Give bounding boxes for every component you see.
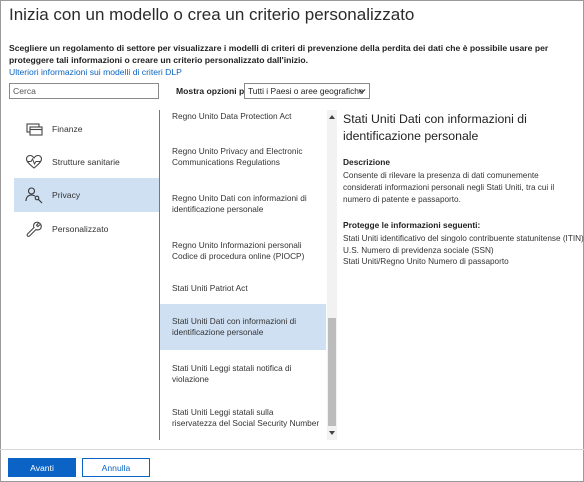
country-select[interactable]: Tutti i Paesi o aree geografiche (244, 83, 370, 99)
category-item-personalizzato[interactable]: Personalizzato (14, 212, 159, 245)
regulation-item[interactable]: Regno Unito Data Protection Act (160, 106, 326, 128)
regulation-label: Regno Unito Dati con informazioni di ide… (172, 192, 307, 215)
scroll-thumb[interactable] (328, 318, 336, 426)
regulation-label: Stati Uniti Dati con informazioni di ide… (172, 315, 297, 338)
regulation-label: Regno Unito Data Protection Act (172, 111, 292, 122)
regulation-item[interactable]: Stati Uniti Leggi statali notifica di vi… (160, 357, 326, 391)
regulation-item[interactable]: Regno Unito Dati con informazioni di ide… (160, 187, 326, 221)
wrench-icon (26, 221, 42, 237)
heart-pulse-icon (25, 154, 43, 169)
category-item-finanze[interactable]: Finanze (14, 112, 159, 145)
cancel-button[interactable]: Annulla (82, 458, 150, 477)
description-heading: Descrizione (343, 157, 391, 167)
learn-more-link[interactable]: Ulteriori informazioni sui modelli di cr… (9, 67, 182, 77)
card-icon (26, 122, 43, 136)
category-item-strutture-sanitarie[interactable]: Strutture sanitarie (14, 145, 159, 178)
intro-text: Scegliere un regolamento di settore per … (9, 43, 549, 65)
category-label: Finanze (52, 123, 83, 134)
chevron-down-icon (358, 89, 366, 94)
protects-heading: Protegge le informazioni seguenti: (343, 220, 481, 230)
regulation-label: Stati Uniti Leggi statali sulla riservat… (172, 406, 320, 429)
protected-info-item: U.S. Numero di previdenza sociale (SSN) (343, 245, 494, 255)
next-button[interactable]: Avanti (8, 458, 76, 477)
scroll-up-arrow-icon[interactable] (327, 112, 337, 122)
description-text: Consente di rilevare la presenza di dati… (343, 171, 555, 204)
scroll-down-arrow-icon[interactable] (327, 428, 337, 438)
regulation-item[interactable]: Regno Unito Privacy and Electronic Commu… (160, 140, 326, 174)
regulation-label: Regno Unito Privacy and Electronic Commu… (172, 145, 303, 168)
regulation-item[interactable]: Regno Unito Informazioni personali Codic… (160, 234, 326, 268)
regulation-scrollbar[interactable] (327, 110, 337, 440)
country-select-value: Tutti i Paesi o aree geografiche (248, 86, 364, 96)
category-label: Privacy (52, 190, 81, 200)
protected-info-item: Stati Uniti identificativo del singolo c… (343, 234, 584, 243)
category-list: Finanze Strutture sanitarie Privacy Pers… (14, 110, 159, 245)
protected-info-item: Stati Uniti/Regno Unito Numero di passap… (343, 257, 509, 266)
category-label: Personalizzato (52, 223, 109, 234)
regulation-label: Stati Uniti Leggi statali notifica di vi… (172, 362, 292, 385)
details-title: Stati Uniti Dati con informazioni di ide… (343, 112, 527, 143)
dialog-title: Inizia con un modello o crea un criterio… (9, 5, 415, 24)
category-label: Strutture sanitarie (52, 156, 120, 167)
regulation-label: Stati Uniti Patriot Act (172, 283, 248, 294)
filter-label: Mostra opzioni per (176, 86, 253, 96)
regulation-item-selected[interactable]: Stati Uniti Dati con informazioni di ide… (160, 304, 326, 350)
regulation-item[interactable]: Stati Uniti Leggi statali sulla riservat… (160, 401, 326, 435)
category-item-privacy[interactable]: Privacy (14, 178, 159, 212)
person-key-icon (25, 187, 43, 204)
search-input[interactable] (9, 83, 159, 99)
regulation-item[interactable]: Stati Uniti Patriot Act (160, 278, 326, 300)
details-pane: Stati Uniti Dati con informazioni di ide… (343, 111, 584, 268)
footer-divider (0, 449, 584, 450)
regulation-list: Regno Unito Data Protection Act Regno Un… (160, 106, 326, 440)
regulation-label: Regno Unito Informazioni personali Codic… (172, 239, 305, 262)
protected-info-list: Stati Uniti identificativo del singolo c… (343, 233, 584, 268)
